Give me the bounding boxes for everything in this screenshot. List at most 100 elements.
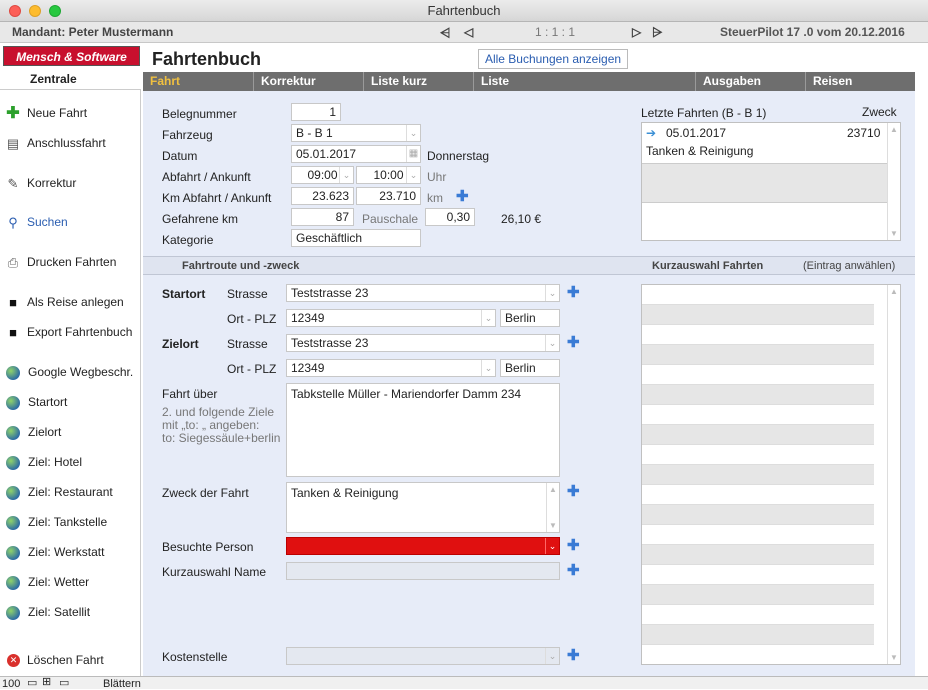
sidebar-item-loeschen[interactable]: ✕ Löschen Fahrt	[5, 650, 104, 670]
scrollbar[interactable]: ▲ ▼	[887, 285, 900, 664]
all-bookings-button[interactable]: Alle Buchungen anzeigen	[478, 49, 628, 69]
person-select[interactable]: ⌄	[286, 537, 560, 555]
sidebar-item-neue-fahrt[interactable]: ✚ Neue Fahrt	[5, 103, 87, 123]
add-ziel-strasse-icon[interactable]: ✚	[567, 335, 580, 350]
zweck-textarea[interactable]: Tanken & Reinigung ▲ ▼	[286, 482, 560, 533]
list-item[interactable]	[642, 445, 874, 465]
sidebar-item-werkstatt[interactable]: Ziel: Werkstatt	[5, 542, 104, 562]
list-item[interactable]: ➔ 05.01.2017 23710 Tanken & Reinigung	[642, 123, 888, 163]
add-kurzname-icon[interactable]: ✚	[567, 563, 580, 578]
list-item[interactable]	[642, 465, 874, 485]
sidebar-item-korrektur[interactable]: ✎ Korrektur	[5, 173, 77, 193]
sidebar-item-anschlussfahrt[interactable]: ▤ Anschlussfahrt	[5, 133, 106, 153]
list-item[interactable]	[642, 565, 874, 585]
zoom-level[interactable]: 100	[2, 678, 20, 690]
sidebar-item-suchen[interactable]: ⚲ Suchen	[5, 212, 67, 232]
previous-record-icon[interactable]: ◁	[464, 22, 473, 43]
zentrale-label[interactable]: Zentrale	[30, 72, 77, 86]
ziel-plz-field[interactable]: 12349 ⌄	[286, 359, 496, 377]
list-item[interactable]	[642, 505, 874, 525]
kurzauswahl-list[interactable]: ▲ ▼	[641, 284, 901, 665]
last-record-icon[interactable]: ⩥	[652, 22, 662, 43]
sidebar-item-hotel[interactable]: Ziel: Hotel	[5, 452, 82, 472]
tab-reisen[interactable]: Reisen	[805, 72, 915, 91]
list-item[interactable]	[642, 545, 874, 565]
chevron-down-icon[interactable]: ⌄	[545, 648, 559, 664]
tab-liste-kurz[interactable]: Liste kurz	[363, 72, 473, 91]
kategorie-field[interactable]: Geschäftlich	[291, 229, 421, 247]
start-ort-field[interactable]: Berlin	[500, 309, 560, 327]
list-item[interactable]	[642, 405, 874, 425]
close-window-button[interactable]	[9, 5, 21, 17]
chevron-down-icon[interactable]: ⌄	[545, 285, 559, 301]
sidebar-item-als-reise[interactable]: ■ Als Reise anlegen	[5, 292, 124, 312]
first-record-icon[interactable]: ⩤	[440, 22, 450, 43]
ziel-ort-field[interactable]: Berlin	[500, 359, 560, 377]
sidebar-item-startort[interactable]: Startort	[5, 392, 67, 412]
tab-fahrt[interactable]: Fahrt	[143, 72, 253, 91]
start-plz-field[interactable]: 12349 ⌄	[286, 309, 496, 327]
gefahrene-field[interactable]: 87	[291, 208, 354, 226]
sidebar-item-zielort[interactable]: Zielort	[5, 422, 61, 442]
sidebar-item-satellit[interactable]: Ziel: Satellit	[5, 602, 90, 622]
tab-ausgaben[interactable]: Ausgaben	[695, 72, 805, 91]
list-item[interactable]	[642, 285, 874, 305]
chevron-down-icon[interactable]: ⌄	[481, 360, 495, 376]
ankunft-field[interactable]: 10:00 ⌄	[356, 166, 421, 184]
list-item[interactable]	[642, 585, 874, 605]
scrollbar[interactable]: ▲ ▼	[546, 483, 559, 532]
datum-field[interactable]: 05.01.2017 ▦	[291, 145, 421, 163]
km-abfahrt-field[interactable]: 23.623	[291, 187, 354, 205]
chevron-down-icon[interactable]: ⌄	[406, 167, 420, 183]
add-start-strasse-icon[interactable]: ✚	[567, 285, 580, 300]
add-zweck-icon[interactable]: ✚	[567, 484, 580, 499]
sidebar-item-export[interactable]: ■ Export Fahrtenbuch	[5, 322, 132, 342]
tab-korrektur[interactable]: Korrektur	[253, 72, 363, 91]
next-record-icon[interactable]: ▷	[632, 22, 641, 43]
chevron-down-icon[interactable]: ⌄	[339, 167, 353, 183]
belegnummer-field[interactable]: 1	[291, 103, 341, 121]
chevron-down-icon[interactable]: ⌄	[406, 125, 420, 141]
scrollbar[interactable]: ▲ ▼	[887, 123, 900, 240]
sidebar-item-google[interactable]: Google Wegbeschr.	[5, 362, 133, 382]
list-item[interactable]	[642, 385, 874, 405]
add-person-icon[interactable]: ✚	[567, 538, 580, 553]
letzte-fahrten-list[interactable]: ➔ 05.01.2017 23710 Tanken & Reinigung ▲ ▼	[641, 122, 901, 241]
sidebar-item-wetter[interactable]: Ziel: Wetter	[5, 572, 89, 592]
list-item[interactable]	[642, 325, 874, 345]
list-item[interactable]	[642, 345, 874, 365]
list-item[interactable]	[642, 605, 874, 625]
pauschale-field[interactable]: 0,30	[425, 208, 475, 226]
start-strasse-field[interactable]: Teststrasse 23 ⌄	[286, 284, 560, 302]
toggle-toolbar-icon[interactable]: ▭	[59, 677, 69, 689]
ueber-textarea[interactable]: Tabkstelle Müller - Mariendorfer Damm 23…	[286, 383, 560, 477]
calendar-icon[interactable]: ▦	[406, 146, 420, 162]
minimize-window-button[interactable]	[29, 5, 41, 17]
list-item[interactable]	[642, 645, 874, 664]
chevron-down-icon[interactable]: ⌄	[545, 335, 559, 351]
kosten-select[interactable]: ⌄	[286, 647, 560, 665]
list-item[interactable]	[642, 365, 874, 385]
km-ankunft-field[interactable]: 23.710	[356, 187, 421, 205]
list-item[interactable]	[642, 625, 874, 645]
list-item[interactable]	[642, 485, 874, 505]
sidebar-item-restaurant[interactable]: Ziel: Restaurant	[5, 482, 113, 502]
list-item[interactable]	[642, 163, 888, 203]
list-item[interactable]	[642, 425, 874, 445]
sidebar-item-tankstelle[interactable]: Ziel: Tankstelle	[5, 512, 107, 532]
chevron-down-icon[interactable]: ⌄	[545, 538, 559, 554]
add-km-icon[interactable]: ✚	[456, 189, 469, 204]
add-kosten-icon[interactable]: ✚	[567, 648, 580, 663]
list-item[interactable]	[642, 305, 874, 325]
zoom-in-icon[interactable]: ⊞	[42, 676, 51, 688]
sidebar-item-drucken[interactable]: ⎙ Drucken Fahrten	[5, 252, 117, 272]
zoom-window-button[interactable]	[49, 5, 61, 17]
zoom-out-icon[interactable]: ▭	[27, 677, 37, 689]
list-item[interactable]	[642, 525, 874, 545]
tab-liste[interactable]: Liste	[473, 72, 695, 91]
ziel-strasse-field[interactable]: Teststrasse 23 ⌄	[286, 334, 560, 352]
fahrzeug-select[interactable]: B - B 1 ⌄	[291, 124, 421, 142]
chevron-down-icon[interactable]: ⌄	[481, 310, 495, 326]
kurzname-field[interactable]	[286, 562, 560, 580]
abfahrt-field[interactable]: 09:00 ⌄	[291, 166, 354, 184]
